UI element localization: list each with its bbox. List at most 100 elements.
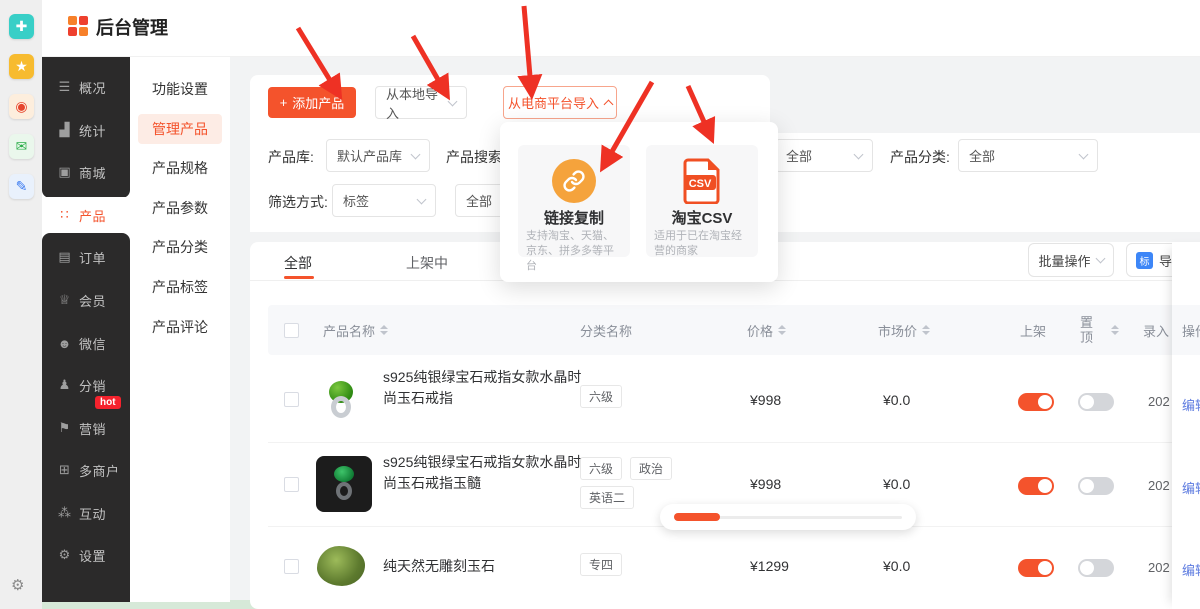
weibo-app-icon[interactable]: ◉ (9, 94, 34, 119)
on-shelf-toggle[interactable] (1018, 477, 1054, 495)
sidebar-item-label: 营销 (79, 419, 106, 438)
gear-icon: ⚙ (57, 547, 72, 563)
row-checkbox[interactable] (284, 559, 299, 574)
shop-bag-icon: ▣ (57, 164, 72, 180)
edit-link[interactable]: 编辑 (1182, 560, 1200, 579)
note-edit-app-icon[interactable]: ✎ (9, 174, 34, 199)
link-copy-card[interactable]: 链接复制 支持淘宝、天猫、京东、拼多多等平台 (518, 145, 630, 257)
page-title: 后台管理 (96, 14, 168, 40)
taobao-csv-desc: 适用于已在淘宝经营的商家 (654, 229, 750, 259)
chat-face-icon: ☻ (57, 336, 72, 351)
chevron-down-icon (417, 194, 427, 204)
edit-link[interactable]: 编辑 (1182, 395, 1200, 414)
local-import-select[interactable]: 从本地导入 (375, 86, 467, 119)
sidebar-item-label: 概况 (79, 78, 106, 97)
sort-icon[interactable] (1106, 305, 1119, 355)
sidebar-item-label: 微信 (79, 334, 106, 353)
library-select[interactable]: 默认产品库 (326, 139, 430, 172)
submenu-item-product-params[interactable]: 产品参数 (138, 193, 222, 223)
col-product-name: 产品名称 (323, 305, 388, 355)
import-progress-bar (660, 504, 916, 530)
star-app-icon[interactable]: ★ (9, 54, 34, 79)
tag-chip: 政治 (630, 457, 672, 480)
submenu-item-product-categories[interactable]: 产品分类 (138, 232, 222, 262)
store-grid-icon: ⊞ (57, 462, 72, 478)
submenu-item-function-settings[interactable]: 功能设置 (138, 74, 222, 104)
add-product-button[interactable]: + 添加产品 (268, 87, 356, 118)
submenu-item-manage-products[interactable]: 管理产品 (138, 114, 222, 144)
filter-mode-select[interactable]: 标签 (332, 184, 436, 217)
submenu-item-product-reviews[interactable]: 产品评论 (138, 312, 222, 342)
chevron-down-icon (854, 149, 864, 159)
col-action: 操作 (1172, 305, 1200, 355)
sidebar-item-statistics[interactable]: ▟ 统计 (42, 112, 130, 148)
platform-import-button[interactable]: 从电商平台导入 (503, 86, 617, 119)
people-icon: ⁂ (57, 505, 72, 521)
bar-chart-icon: ▟ (57, 122, 72, 138)
edit-link[interactable]: 编辑 (1182, 478, 1200, 497)
plus-icon: + (280, 95, 288, 110)
sidebar-item-label: 会员 (79, 291, 106, 310)
sidebar-item-multi-merchant[interactable]: ⊞ 多商户 (42, 452, 130, 488)
main-sidebar: ☰ 概况 ▟ 统计 ▣ 商城 ∷ 产品 ▤ 订单 ♕ 会员 ☻ 微信 ♟ 分销 … (42, 57, 130, 602)
submenu-item-product-tags[interactable]: 产品标签 (138, 272, 222, 302)
filter-mode-label: 筛选方式: (268, 192, 328, 212)
medical-plus-app-icon[interactable]: ✚ (9, 14, 34, 39)
pinned-toggle[interactable] (1078, 559, 1114, 577)
person-icon: ♟ (57, 377, 72, 393)
on-shelf-toggle[interactable] (1018, 393, 1054, 411)
sidebar-item-wechat[interactable]: ☻ 微信 (42, 325, 130, 361)
tab-on-shelf[interactable]: 上架中 (406, 253, 448, 273)
pinned-toggle[interactable] (1078, 393, 1114, 411)
status-select[interactable]: 全部 (775, 139, 873, 172)
sidebar-item-orders[interactable]: ▤ 订单 (42, 239, 130, 275)
table-row: s925纯银绿宝石戒指女款水晶时尚玉石戒指 六级 ¥998 ¥0.0 202 (268, 355, 1200, 443)
row-checkbox[interactable] (284, 392, 299, 407)
tag-chip: 专四 (580, 553, 622, 576)
market-price-value: ¥0.0 (883, 476, 910, 492)
app-header: 后台管理 (42, 0, 1200, 57)
on-shelf-toggle[interactable] (1018, 559, 1054, 577)
category-select[interactable]: 全部 (958, 139, 1098, 172)
chevron-down-icon (1095, 254, 1105, 264)
sidebar-item-label: 订单 (79, 248, 106, 267)
price-value: ¥998 (750, 476, 781, 492)
sidebar-item-interaction[interactable]: ⁂ 互动 (42, 495, 130, 531)
submenu-item-product-specs[interactable]: 产品规格 (138, 153, 222, 183)
entry-date: 202 (1148, 560, 1170, 575)
sidebar-item-mall[interactable]: ▣ 商城 (42, 154, 130, 190)
sort-icon[interactable] (922, 325, 930, 335)
sidebar-item-product[interactable]: ∷ 产品 (42, 197, 130, 233)
col-market-price: 市场价 (878, 305, 930, 355)
tab-all[interactable]: 全部 (284, 253, 312, 273)
sidebar-item-label: 统计 (79, 121, 106, 140)
sidebar-item-marketing[interactable]: ⚑ 营销 (42, 410, 130, 446)
sidebar-item-label: 产品 (79, 206, 106, 225)
taobao-csv-card[interactable]: CSV 淘宝CSV 适用于已在淘宝经营的商家 (646, 145, 758, 257)
hot-badge: hot (95, 396, 121, 409)
sidebar-item-members[interactable]: ♕ 会员 (42, 282, 130, 318)
market-price-value: ¥0.0 (883, 392, 910, 408)
four-dots-icon: ∷ (57, 207, 72, 223)
select-all-checkbox[interactable] (284, 323, 299, 338)
dock-settings-gear-icon[interactable]: ⚙ (11, 576, 24, 594)
product-image (318, 376, 364, 422)
sidebar-item-settings[interactable]: ⚙ 设置 (42, 537, 130, 573)
row-checkbox[interactable] (284, 477, 299, 492)
chevron-down-icon (448, 96, 458, 106)
col-pinned: 置顶 (1080, 305, 1096, 355)
batch-operations-button[interactable]: 批量操作 (1028, 243, 1114, 277)
link-copy-desc: 支持淘宝、天猫、京东、拼多多等平台 (526, 229, 622, 274)
active-tab-underline (284, 276, 314, 279)
product-name: s925纯银绿宝石戒指女款水晶时尚玉石戒指玉髓 (383, 452, 583, 494)
desktop-dock: ✚ ★ ◉ ✉ ✎ ⚙ (0, 0, 42, 609)
table-header: 产品名称 分类名称 价格 市场价 上架 置顶 录入 (268, 305, 1200, 355)
pinned-toggle[interactable] (1078, 477, 1114, 495)
sidebar-item-overview[interactable]: ☰ 概况 (42, 69, 130, 105)
sort-icon[interactable] (778, 325, 786, 335)
sidebar-item-label: 互动 (79, 504, 106, 523)
sort-icon[interactable] (380, 325, 388, 335)
mail-app-icon[interactable]: ✉ (9, 134, 34, 159)
admin-page: 10:05 ✚ ★ ◉ ✉ ✎ ⚙ 后台管理 ☰ 概况 ▟ 统计 ▣ 商城 ∷ … (0, 0, 1200, 609)
product-name: s925纯银绿宝石戒指女款水晶时尚玉石戒指 (383, 367, 583, 409)
